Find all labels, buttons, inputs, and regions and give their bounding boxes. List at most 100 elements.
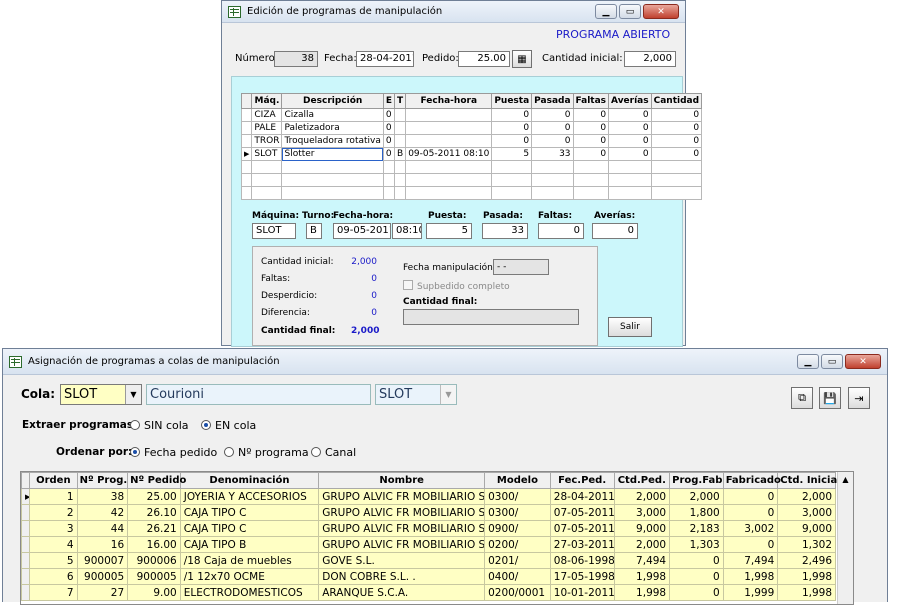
cell[interactable]: 6 (29, 568, 78, 585)
cell[interactable]: 0 (669, 568, 724, 585)
assign-queue-icon[interactable]: ⧉ (791, 387, 813, 409)
col-prog-fab[interactable]: Prog.Fab (669, 472, 724, 489)
pedido-field[interactable]: 25.00 (458, 51, 510, 67)
cell[interactable]: CAJA TIPO B (179, 536, 320, 553)
minimize-button[interactable]: ▁ (797, 354, 819, 369)
cell[interactable]: 0 (572, 147, 610, 161)
cell[interactable]: 9,000 (777, 520, 836, 537)
cell[interactable]: 09-05-2011 08:10 (405, 147, 493, 161)
maximize-button[interactable]: ▭ (619, 4, 641, 19)
cell[interactable]: 27-03-2011 (549, 536, 615, 553)
maximize-button[interactable]: ▭ (821, 354, 843, 369)
cell[interactable]: 7,494 (722, 552, 779, 569)
cell[interactable]: 0 (650, 121, 703, 135)
cell[interactable]: 0 (722, 488, 779, 505)
puesta-field[interactable]: 5 (426, 223, 472, 239)
cell[interactable]: /18 Caja de muebles (179, 552, 320, 569)
turno-field[interactable]: B (306, 223, 322, 239)
table-row[interactable]: 7 27 9.00 ELECTRODOMESTICOS ARANQUE S.C.A. 02… (21, 584, 836, 601)
col-pasada[interactable]: Pasada (531, 93, 574, 109)
cell[interactable]: 1,800 (669, 504, 724, 521)
cell[interactable]: SLOT (251, 147, 283, 161)
export-icon[interactable]: ⇥ (848, 387, 870, 409)
cell[interactable] (394, 108, 407, 122)
detail-hora-field[interactable]: 08:10 (392, 223, 422, 239)
cell[interactable]: 44 (76, 520, 129, 537)
col-ctd-inicial[interactable]: Ctd. Inicial (777, 472, 841, 489)
cell[interactable] (405, 121, 493, 135)
cell[interactable]: 0 (531, 108, 574, 122)
salir-button[interactable]: Salir (608, 317, 652, 337)
cell[interactable]: GRUPO ALVIC FR MOBILIARIO S (318, 536, 486, 553)
cantidad-final-right-field[interactable] (403, 309, 579, 325)
cell[interactable]: 0400/ (484, 568, 551, 585)
cell[interactable]: DON COBRE S.L. . (318, 568, 486, 585)
cell[interactable]: 0900/ (484, 520, 551, 537)
cell[interactable]: 2,000 (777, 488, 836, 505)
cell[interactable]: 5 (29, 552, 78, 569)
cell[interactable]: 0200/0001 (484, 584, 551, 601)
cell[interactable]: 2,183 (669, 520, 724, 537)
col-fabricado[interactable]: Fabricado (722, 472, 781, 489)
cell[interactable]: 27 (76, 584, 129, 601)
cell[interactable]: 3,002 (722, 520, 779, 537)
cell[interactable]: 900005 (76, 568, 129, 585)
cell[interactable]: 42 (76, 504, 129, 521)
col-num-prog[interactable]: Nº Prog. (76, 472, 129, 489)
cell[interactable]: GRUPO ALVIC FR MOBILIARIO S (318, 504, 486, 521)
cell[interactable]: 0 (722, 536, 779, 553)
table-row-selected[interactable]: ▶ SLOT Slotter 0 B 09-05-2011 08:10 5 33 0 0 0 (240, 147, 703, 161)
radio-num-programa[interactable]: Nº programa (224, 446, 309, 459)
cell[interactable]: 4 (29, 536, 78, 553)
cell[interactable]: CIZA (251, 108, 283, 122)
cell[interactable]: 2 (29, 504, 78, 521)
close-button[interactable]: ✕ (845, 354, 881, 369)
col-modelo[interactable]: Modelo (484, 472, 551, 489)
cell[interactable]: 1,303 (669, 536, 724, 553)
cell[interactable]: 2,000 (613, 536, 671, 553)
cell[interactable]: 900005 (127, 568, 181, 585)
cell[interactable]: 1,998 (777, 568, 836, 585)
radio-sin-cola[interactable]: SIN cola (130, 419, 189, 432)
cell[interactable]: 3,000 (777, 504, 836, 521)
cell[interactable]: 0 (382, 147, 396, 161)
radio-icon[interactable] (311, 447, 321, 457)
cell[interactable]: 1,998 (613, 568, 671, 585)
table-row[interactable]: 4 16 16.00 CAJA TIPO B GRUPO ALVIC FR MOBILI… (21, 536, 836, 553)
cell[interactable]: 0 (572, 134, 610, 148)
cell[interactable] (394, 121, 407, 135)
table-row[interactable]: 2 42 26.10 CAJA TIPO C GRUPO ALVIC FR MOBILI… (21, 504, 836, 521)
cell[interactable]: 0 (382, 108, 396, 122)
cell[interactable]: 0 (608, 147, 652, 161)
cell[interactable]: 0 (669, 552, 724, 569)
cell[interactable]: 0 (722, 504, 779, 521)
cell[interactable]: 1 (29, 488, 78, 505)
radio-selected-icon[interactable] (201, 420, 211, 430)
cell[interactable]: 2,000 (669, 488, 724, 505)
col-puesta[interactable]: Puesta (491, 93, 533, 109)
col-t[interactable]: T (394, 93, 407, 109)
col-orden[interactable]: Orden (29, 472, 78, 489)
radio-selected-icon[interactable] (130, 447, 140, 457)
edit-window-titlebar[interactable]: Edición de programas de manipulación ▁ ▭… (222, 1, 685, 23)
cell[interactable]: 0 (608, 134, 652, 148)
cell[interactable]: 07-05-2011 (549, 504, 615, 521)
col-fec-ped[interactable]: Fec.Ped. (549, 472, 615, 489)
cell[interactable]: ARANQUE S.C.A. (318, 584, 486, 601)
table-row[interactable]: PALE Paletizadora 0 0 0 0 0 0 (240, 121, 703, 135)
cell[interactable]: GRUPO ALVIC FR MOBILIARIO S (318, 488, 486, 505)
cell[interactable]: JOYERIA Y ACCESORIOS (179, 488, 320, 505)
radio-canal[interactable]: Canal (311, 446, 356, 459)
table-row[interactable]: TROR Troqueladora rotativa 0 0 0 0 0 0 (240, 134, 703, 148)
col-nombre[interactable]: Nombre (318, 472, 486, 489)
cell[interactable]: 0 (491, 134, 533, 148)
cell[interactable]: ELECTRODOMESTICOS (179, 584, 320, 601)
subpedido-checkbox[interactable]: Supbedido completo (403, 280, 510, 292)
cell[interactable]: CAJA TIPO C (179, 520, 320, 537)
cell[interactable]: 7,494 (613, 552, 671, 569)
cell[interactable]: 10-01-2011 (549, 584, 615, 601)
cell[interactable]: 0 (608, 108, 652, 122)
cell[interactable]: PALE (251, 121, 283, 135)
fecha-manipulacion-field[interactable]: - - (493, 259, 549, 275)
table-row[interactable]: 5 900007 900006/18 Caja de muebles GOVE S.L… (21, 552, 836, 569)
